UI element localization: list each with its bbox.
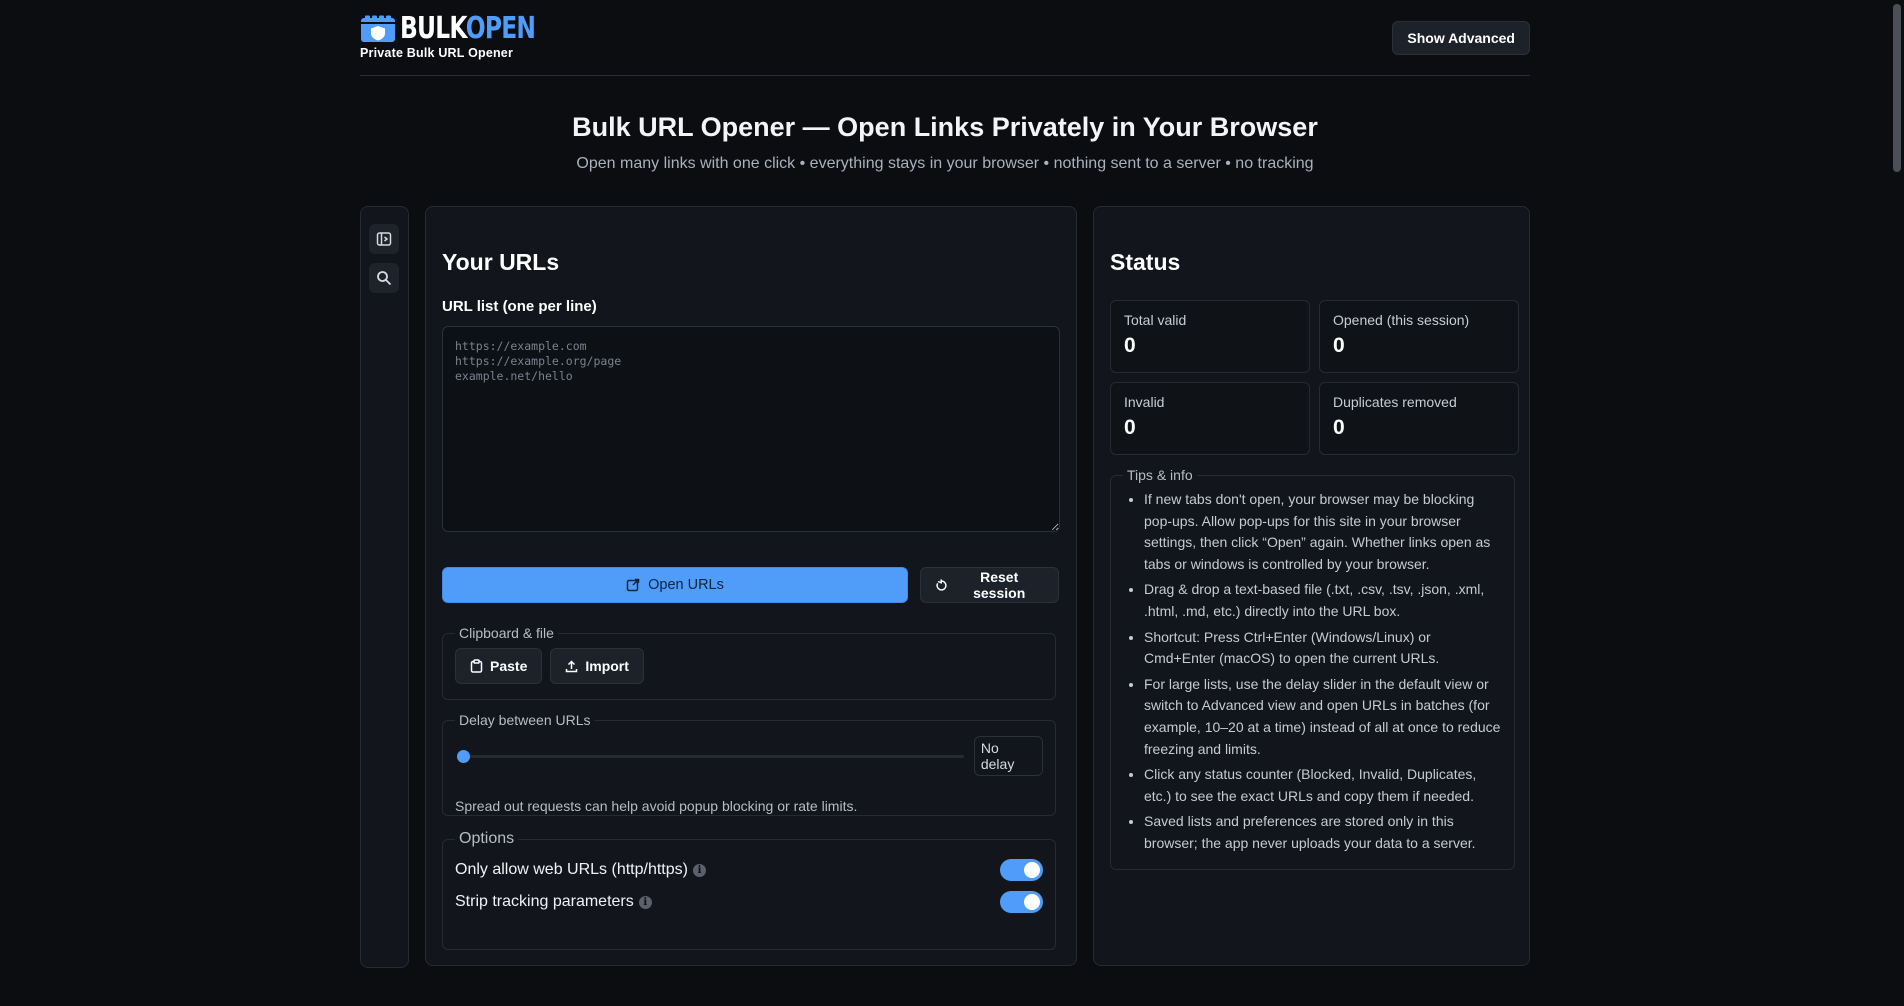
tips-legend: Tips & info bbox=[1127, 467, 1193, 483]
url-list-label: URL list (one per line) bbox=[442, 298, 597, 315]
search-button[interactable] bbox=[369, 263, 399, 293]
stat-opened[interactable]: Opened (this session) 0 bbox=[1319, 300, 1519, 373]
tip-item: For large lists, use the delay slider in… bbox=[1144, 674, 1502, 760]
stat-label: Opened (this session) bbox=[1333, 312, 1470, 328]
option-strip-tracking-label: Strip tracking parameters bbox=[455, 893, 634, 910]
side-rail bbox=[360, 206, 409, 968]
delay-value: No delay bbox=[973, 736, 1043, 776]
stat-label: Duplicates removed bbox=[1333, 394, 1457, 410]
stat-value: 0 bbox=[1124, 416, 1136, 439]
clipboard-file-legend: Clipboard & file bbox=[459, 625, 554, 641]
open-urls-label: Open URLs bbox=[648, 577, 724, 593]
hero: Bulk URL Opener — Open Links Privately i… bbox=[360, 112, 1530, 173]
reset-icon bbox=[936, 578, 947, 591]
stat-value: 0 bbox=[1333, 416, 1345, 439]
tip-item: Shortcut: Press Ctrl+Enter (Windows/Linu… bbox=[1144, 627, 1502, 670]
delay-group: Delay between URLs No delay Spread out r… bbox=[442, 712, 1056, 816]
page-title: Bulk URL Opener — Open Links Privately i… bbox=[572, 112, 1318, 142]
tip-item: Drag & drop a text-based file (.txt, .cs… bbox=[1144, 579, 1502, 622]
reset-session-button[interactable]: Reset session bbox=[920, 567, 1059, 603]
stat-duplicates[interactable]: Duplicates removed 0 bbox=[1319, 382, 1519, 455]
upload-icon bbox=[566, 659, 578, 672]
import-label: Import bbox=[585, 658, 629, 674]
stat-label: Invalid bbox=[1124, 394, 1165, 410]
browser-shield-icon bbox=[361, 15, 395, 42]
reset-session-label: Reset session bbox=[973, 569, 1026, 601]
tip-item: Click any status counter (Blocked, Inval… bbox=[1144, 764, 1502, 807]
urls-panel-title: Your URLs bbox=[442, 249, 560, 275]
paste-button[interactable]: Paste bbox=[455, 648, 543, 684]
import-button[interactable]: Import bbox=[550, 648, 644, 684]
stat-value: 0 bbox=[1333, 334, 1345, 357]
stat-invalid[interactable]: Invalid 0 bbox=[1110, 382, 1310, 455]
options-group: Options Only allow web URLs (http/https)… bbox=[442, 830, 1056, 950]
delay-slider-track bbox=[457, 755, 964, 758]
stat-total-valid[interactable]: Total valid 0 bbox=[1110, 300, 1310, 373]
scrollbar-thumb[interactable] bbox=[1893, 4, 1901, 172]
urls-panel: Your URLs URL list (one per line) Open U… bbox=[425, 206, 1077, 966]
page-subtitle: Open many links with one click • everyth… bbox=[576, 155, 1314, 172]
clipboard-file-group: Clipboard & file Paste Import bbox=[442, 625, 1056, 700]
show-advanced-button[interactable]: Show Advanced bbox=[1392, 20, 1530, 55]
open-urls-button[interactable]: Open URLs bbox=[442, 567, 908, 603]
external-link-icon bbox=[626, 578, 640, 592]
status-panel-title: Status bbox=[1110, 249, 1181, 275]
stat-label: Total valid bbox=[1124, 312, 1187, 328]
delay-legend: Delay between URLs bbox=[459, 712, 591, 728]
tips-list: If new tabs don't open, your browser may… bbox=[1123, 489, 1502, 855]
option-web-only: Only allow web URLs (http/https) i bbox=[455, 854, 1043, 886]
logo-tagline: Private Bulk URL Opener bbox=[360, 45, 514, 60]
tip-item: Saved lists and preferences are stored o… bbox=[1144, 811, 1502, 854]
url-actions: Open URLs Reset session bbox=[442, 567, 1060, 603]
option-web-only-label: Only allow web URLs (http/https) bbox=[455, 861, 688, 878]
web-only-toggle[interactable] bbox=[1000, 859, 1043, 881]
sidebar-toggle-button[interactable] bbox=[369, 224, 399, 254]
stat-value: 0 bbox=[1124, 334, 1136, 357]
sidebar-toggle-icon bbox=[376, 232, 392, 246]
search-icon bbox=[377, 271, 392, 286]
page-wrapper: BULKOPEN Private Bulk URL Opener Show Ad… bbox=[360, 0, 1530, 1006]
logo[interactable]: BULKOPEN Private Bulk URL Opener bbox=[360, 10, 573, 60]
delay-slider[interactable] bbox=[455, 748, 964, 764]
delay-help: Spread out requests can help avoid popup… bbox=[455, 798, 858, 814]
logo-wordmark: BULKOPEN bbox=[400, 10, 536, 46]
delay-slider-thumb[interactable] bbox=[457, 750, 470, 763]
status-panel: Status Total valid 0 Opened (this sessio… bbox=[1093, 206, 1530, 966]
info-icon[interactable]: i bbox=[692, 863, 706, 877]
info-icon[interactable]: i bbox=[638, 895, 652, 909]
strip-tracking-toggle[interactable] bbox=[1000, 891, 1043, 913]
page-scrollbar[interactable] bbox=[1890, 0, 1904, 951]
option-strip-tracking: Strip tracking parameters i bbox=[455, 886, 1043, 918]
tip-item: If new tabs don't open, your browser may… bbox=[1144, 489, 1502, 575]
options-legend: Options bbox=[459, 830, 515, 847]
paste-label: Paste bbox=[490, 658, 528, 674]
url-list-input[interactable] bbox=[442, 326, 1060, 532]
status-counters: Total valid 0 Opened (this session) 0 In… bbox=[1110, 300, 1519, 455]
clipboard-icon bbox=[470, 659, 483, 673]
tips-group: Tips & info If new tabs don't open, your… bbox=[1110, 467, 1515, 870]
main-area: Your URLs URL list (one per line) Open U… bbox=[360, 206, 1530, 1006]
site-header: BULKOPEN Private Bulk URL Opener Show Ad… bbox=[360, 0, 1530, 76]
